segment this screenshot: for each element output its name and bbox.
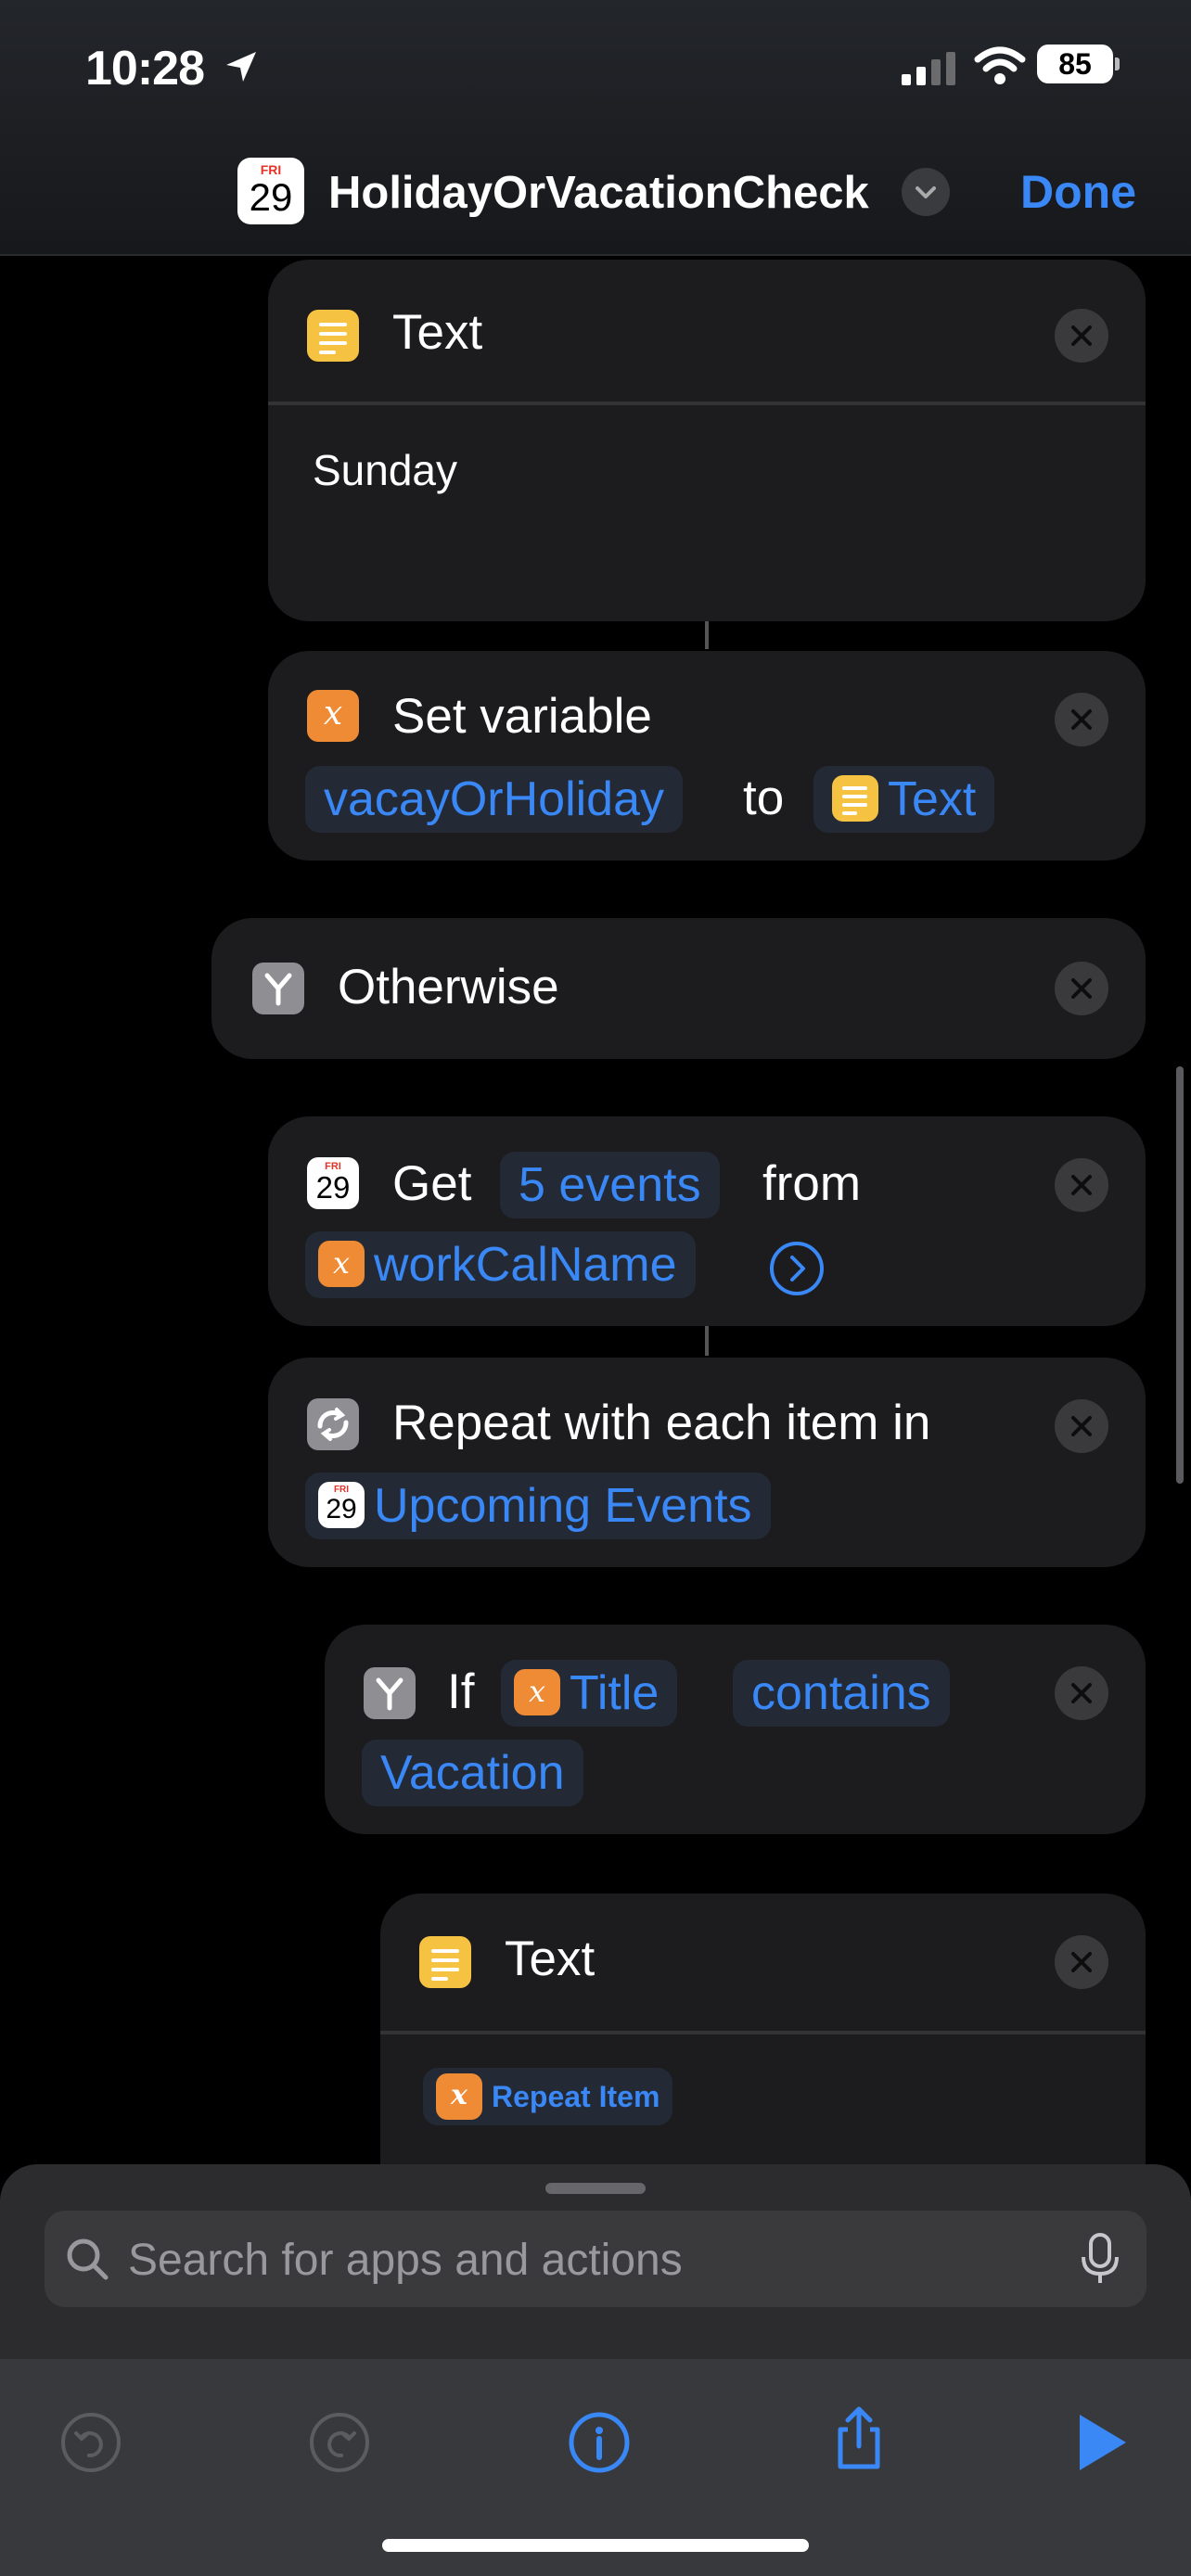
location-arrow-icon (226, 52, 256, 82)
info-icon[interactable] (562, 2405, 636, 2480)
variable-name-token[interactable]: vacayOrHoliday (305, 766, 684, 833)
remove-action-button[interactable] (1055, 1399, 1108, 1453)
close-icon (1071, 1175, 1092, 1195)
variable-x-icon: x (436, 2072, 482, 2120)
variable-x-icon: x (307, 690, 359, 742)
battery-indicator: 85 (1037, 45, 1120, 83)
repeat-source-token[interactable]: FRI 29 Upcoming Events (305, 1473, 771, 1539)
text-content-field[interactable]: Sunday (313, 445, 457, 495)
repeat-icon (307, 1398, 359, 1450)
set-variable-card[interactable]: x Set variable vacayOrHoliday to Text (268, 651, 1146, 861)
connector-line (705, 621, 709, 649)
branch-icon (364, 1667, 416, 1719)
if-label: If (447, 1664, 475, 1719)
remove-action-button[interactable] (1055, 1666, 1108, 1720)
calendar-icon: FRI 29 (237, 158, 304, 224)
close-icon (1071, 709, 1092, 730)
action-title: Repeat with each item in (392, 1396, 931, 1450)
undo-icon[interactable] (54, 2405, 128, 2480)
remove-action-button[interactable] (1055, 1158, 1108, 1212)
text-lines-icon (307, 310, 359, 362)
if-condition-token[interactable]: contains (733, 1660, 950, 1727)
text-lines-icon (832, 775, 878, 823)
get-events-card[interactable]: FRI 29 Get 5 events from x workCalName (268, 1116, 1146, 1326)
branch-icon (252, 963, 304, 1014)
play-icon[interactable] (1065, 2405, 1139, 2480)
text-lines-icon (419, 1936, 471, 1988)
close-icon (1071, 1683, 1092, 1703)
if-value-token[interactable]: Vacation (362, 1740, 583, 1806)
action-title: Text (505, 1932, 596, 1986)
action-search-panel: Search for apps and actions (0, 2164, 1191, 2576)
event-count-token[interactable]: 5 events (500, 1152, 720, 1218)
from-label: from (762, 1156, 861, 1211)
title-menu-button[interactable] (902, 168, 950, 216)
variable-x-icon: x (318, 1241, 365, 1288)
repeat-card[interactable]: Repeat with each item in FRI 29 Upcoming … (268, 1358, 1146, 1567)
remove-action-button[interactable] (1055, 1935, 1108, 1989)
connector-line (705, 1326, 709, 1356)
card-divider (268, 402, 1146, 405)
top-bar: 10:28 85 FRI 29 HolidayOrVacationCheck Do… (0, 0, 1191, 256)
if-card[interactable]: If x Title contains Vacation (325, 1625, 1146, 1834)
expand-options-button[interactable] (769, 1241, 825, 1296)
calendar-variable-token[interactable]: x workCalName (305, 1231, 696, 1298)
close-icon (1071, 325, 1092, 346)
remove-action-button[interactable] (1055, 693, 1108, 746)
close-icon (1071, 978, 1092, 999)
home-indicator (382, 2539, 809, 2552)
cellular-signal-icon (902, 52, 955, 85)
scroll-indicator[interactable] (1176, 1066, 1184, 1484)
to-label: to (743, 771, 785, 825)
wifi-icon (974, 46, 1026, 84)
panel-grabber[interactable] (545, 2183, 646, 2194)
search-input[interactable]: Search for apps and actions (128, 2235, 683, 2286)
share-icon[interactable] (822, 2402, 896, 2476)
get-label: Get (392, 1156, 472, 1211)
if-field-token[interactable]: x Title (501, 1660, 678, 1727)
text-action-card[interactable]: Text Sunday (268, 260, 1146, 621)
search-bar[interactable]: Search for apps and actions (45, 2211, 1146, 2307)
calendar-icon: FRI 29 (318, 1482, 365, 1529)
close-icon (1071, 1416, 1092, 1436)
remove-action-button[interactable] (1055, 962, 1108, 1015)
shortcut-title[interactable]: HolidayOrVacationCheck (328, 167, 869, 219)
microphone-icon[interactable] (1080, 2233, 1121, 2285)
card-divider (380, 2031, 1146, 2034)
variable-value-token[interactable]: Text (813, 766, 995, 833)
repeat-item-token[interactable]: x Repeat Item (423, 2068, 673, 2125)
action-title: Text (392, 305, 483, 360)
close-icon (1071, 1952, 1092, 1972)
variable-x-icon: x (514, 1669, 560, 1716)
search-icon (67, 2238, 109, 2280)
done-button[interactable]: Done (1020, 165, 1136, 219)
action-title: Otherwise (338, 960, 559, 1014)
chevron-down-icon (916, 186, 936, 198)
action-title: Set variable (392, 689, 652, 744)
remove-action-button[interactable] (1055, 309, 1108, 363)
otherwise-card[interactable]: Otherwise (211, 918, 1146, 1059)
chevron-right-circle-icon (770, 1242, 824, 1295)
redo-icon[interactable] (302, 2405, 377, 2480)
calendar-icon: FRI 29 (307, 1157, 359, 1209)
status-time: 10:28 (85, 42, 205, 96)
